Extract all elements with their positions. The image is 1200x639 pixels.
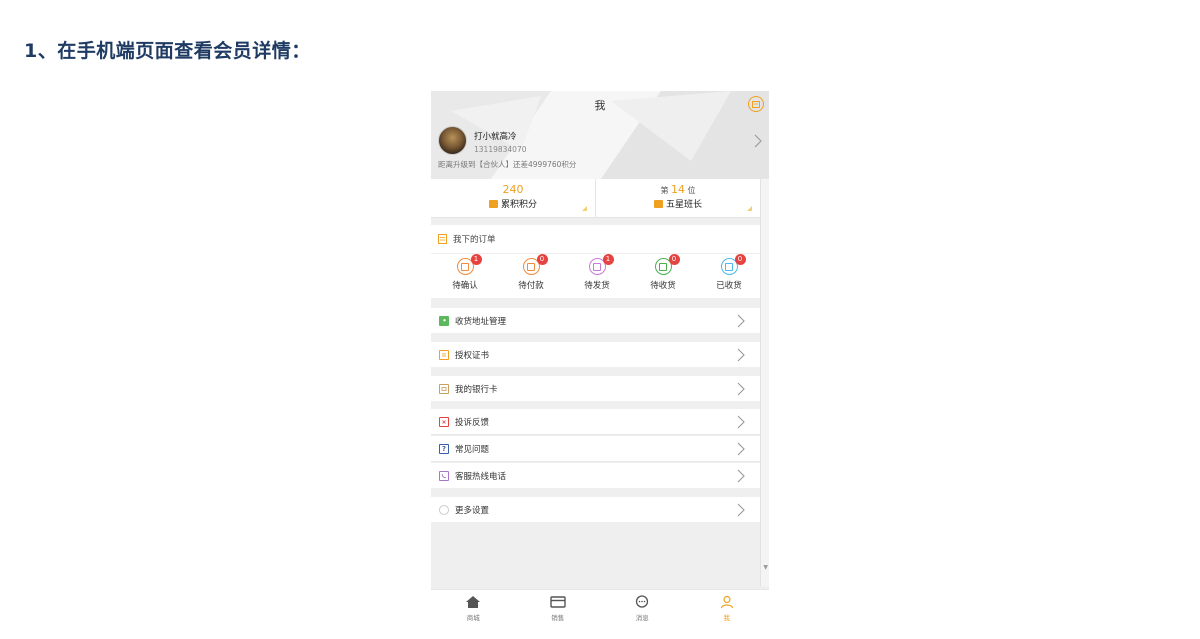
count-badge: 0 xyxy=(734,254,746,265)
menu-item-bank-card[interactable]: 我的银行卡 xyxy=(431,376,761,401)
tab-sales[interactable]: 销售 xyxy=(516,590,601,630)
corner-mark xyxy=(747,206,752,211)
order-status-label: 待发货 xyxy=(584,281,610,291)
chevron-right-icon xyxy=(737,441,745,460)
user-name: 打小就高冷 xyxy=(474,132,517,142)
divider xyxy=(431,461,761,462)
page-title: 我 xyxy=(594,99,606,112)
chevron-right-icon xyxy=(737,502,745,521)
payment-icon: 0 xyxy=(522,254,548,275)
count-badge: 0 xyxy=(668,254,680,265)
tab-label: 我 xyxy=(723,614,731,622)
order-status-pending-shipment[interactable]: 1 待发货 xyxy=(572,254,622,291)
menu-item-label: 我的银行卡 xyxy=(455,384,498,395)
tab-mall[interactable]: 商城 xyxy=(431,590,516,630)
points-value: 240 xyxy=(502,183,524,196)
menu-item-label: 收货地址管理 xyxy=(455,316,507,327)
order-status-pending-receipt[interactable]: 0 待收货 xyxy=(638,254,688,291)
user-phone: 13119834070 xyxy=(474,145,527,154)
rank-title: 五星班长 xyxy=(665,200,702,210)
chevron-right-icon xyxy=(737,347,745,366)
points-stat[interactable]: 240 累积积分 xyxy=(431,179,596,217)
order-status-label: 已收货 xyxy=(716,281,742,291)
tab-messages[interactable]: 消息 xyxy=(600,590,685,630)
order-status-pending-confirm[interactable]: 1 待确认 xyxy=(440,254,490,291)
section-heading: 1、在手机端页面查看会员详情： xyxy=(24,40,311,62)
corner-mark xyxy=(582,206,587,211)
menu-item-faq[interactable]: ? 常见问题 xyxy=(431,436,761,461)
order-status-label: 待付款 xyxy=(518,281,544,291)
profile-header: 我 打小就高冷 13119834070 距离升级到【合伙人】还差4999760积… xyxy=(431,91,769,179)
shipping-icon: 1 xyxy=(588,254,614,275)
chevron-right-icon xyxy=(737,381,745,400)
chevron-right-icon[interactable] xyxy=(754,133,762,152)
mobile-screen: 我 打小就高冷 13119834070 距离升级到【合伙人】还差4999760积… xyxy=(431,91,769,630)
chevron-right-icon xyxy=(737,414,745,433)
menu-item-label: 投诉反馈 xyxy=(455,417,490,428)
question-icon: ? xyxy=(439,443,449,454)
certificate-icon xyxy=(439,349,449,360)
menu-item-label: 授权证书 xyxy=(455,350,490,361)
phone-icon xyxy=(439,470,449,481)
scroll-down-icon[interactable]: ▼ xyxy=(763,564,768,571)
order-status-label: 待收货 xyxy=(650,281,676,291)
menu-item-address[interactable]: 收货地址管理 xyxy=(431,308,761,333)
menu-item-label: 常见问题 xyxy=(455,444,490,455)
menu-item-certificate[interactable]: 授权证书 xyxy=(431,342,761,367)
member-stats: 240 累积积分 第 14 位 五星班长 xyxy=(431,179,761,218)
order-status-label: 待确认 xyxy=(452,281,478,291)
orders-title: 我下的订单 xyxy=(453,235,496,245)
scrollbar[interactable] xyxy=(760,179,769,586)
order-status-received[interactable]: 0 已收货 xyxy=(704,254,754,291)
rank-title-row: 五星班长 xyxy=(596,197,760,210)
home-icon xyxy=(431,595,516,609)
rank-line: 第 14 位 xyxy=(596,183,760,196)
tab-label: 商城 xyxy=(466,614,480,622)
order-status-pending-payment[interactable]: 0 待付款 xyxy=(506,254,556,291)
points-label: 累积积分 xyxy=(500,200,537,210)
feedback-icon xyxy=(439,416,449,427)
divider xyxy=(431,253,761,254)
count-badge: 1 xyxy=(602,254,614,265)
tab-label: 销售 xyxy=(551,614,565,622)
message-icon xyxy=(600,595,685,609)
avatar[interactable] xyxy=(438,126,467,155)
rank-suffix: 位 xyxy=(687,186,696,195)
menu-item-label: 客服热线电话 xyxy=(455,471,507,482)
card-icon xyxy=(516,595,601,609)
order-list-icon xyxy=(438,234,447,244)
orders-header[interactable]: 我下的订单 xyxy=(438,233,496,245)
upgrade-tip: 距离升级到【合伙人】还差4999760积分 xyxy=(438,160,577,169)
user-icon xyxy=(685,595,770,609)
settings-icon xyxy=(439,504,449,515)
rank-value: 14 xyxy=(671,183,685,196)
tab-label: 消息 xyxy=(635,614,649,622)
menu-item-hotline[interactable]: 客服热线电话 xyxy=(431,463,761,488)
bank-card-icon xyxy=(439,383,449,394)
count-badge: 0 xyxy=(536,254,548,265)
menu-item-label: 更多设置 xyxy=(455,505,490,516)
rank-prefix: 第 xyxy=(660,186,669,195)
menu-item-more-settings[interactable]: 更多设置 xyxy=(431,497,761,522)
bottom-tab-bar: 商城 销售 消息 我 xyxy=(431,589,769,630)
divider xyxy=(431,434,761,435)
chevron-right-icon xyxy=(737,468,745,487)
points-label-row: 累积积分 xyxy=(431,197,595,210)
location-icon xyxy=(439,315,449,326)
menu-item-feedback[interactable]: 投诉反馈 xyxy=(431,409,761,434)
chevron-right-icon xyxy=(737,313,745,332)
star-icon xyxy=(653,199,663,208)
received-icon: 0 xyxy=(720,254,746,275)
member-card-icon[interactable] xyxy=(748,96,764,112)
receiving-icon: 0 xyxy=(654,254,680,275)
tab-me[interactable]: 我 xyxy=(685,590,770,630)
my-orders-panel: 我下的订单 1 待确认 0 待付款 1 待发货 0 待收货 0 已收货 xyxy=(431,225,761,298)
count-badge: 1 xyxy=(470,254,482,265)
confirm-icon: 1 xyxy=(456,254,482,275)
points-icon xyxy=(488,199,498,208)
rank-stat[interactable]: 第 14 位 五星班长 xyxy=(596,179,760,217)
